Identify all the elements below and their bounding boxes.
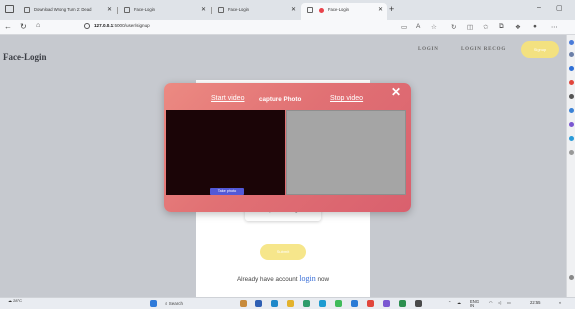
games-icon[interactable] [569, 80, 574, 85]
cloud-icon[interactable]: ☁ [457, 300, 461, 305]
drop-icon[interactable] [569, 136, 574, 141]
new-tab-button[interactable]: + [389, 4, 394, 14]
capture-photo-modal: Start video capture Photo Stop video ✕ T… [164, 83, 411, 212]
signup-nav-button[interactable]: Signup [521, 41, 559, 58]
tab-label: Face-Login [228, 7, 249, 13]
address-bar[interactable]: 127.0.0.1:5000/user/signup [84, 23, 150, 29]
window-menu-icon[interactable] [5, 5, 14, 13]
tab-label: Face-Login [134, 7, 155, 13]
already-prefix: Already have account [236, 276, 298, 283]
taskbar-search[interactable]: ⌕ Search [165, 301, 183, 306]
photo-canvas [286, 110, 406, 195]
video-preview: Take photo [166, 110, 285, 195]
url-host: 127.0.0.1 [94, 23, 114, 29]
close-tab-icon[interactable]: ✕ [291, 6, 296, 13]
url-path: :5000/user/signup [113, 23, 150, 29]
taskbar-app-icon[interactable] [271, 300, 278, 307]
tab-label: Download Wrong Turn 2: Dead [34, 7, 92, 13]
temperature-text: 28°C [13, 298, 23, 303]
taskbar-app-icon[interactable] [319, 300, 326, 307]
taskbar-app-icon[interactable] [287, 300, 294, 307]
taskbar-app-icon[interactable] [399, 300, 406, 307]
language-bottom: IN [470, 303, 475, 308]
search-icon[interactable] [569, 40, 574, 45]
tray-overflow-icon[interactable]: ⌃ [448, 300, 452, 305]
nav-login-link[interactable]: LOGIN [418, 47, 439, 52]
windows-taskbar: ☁ 28°C ⌕ Search ⌃ ☁ ENG IN ◠ ◁ ▭ 22:55 ◐ [0, 297, 575, 309]
taskbar-app-icon[interactable] [255, 300, 262, 307]
more-menu-icon[interactable]: ⋯ [551, 23, 558, 31]
start-icon[interactable] [150, 300, 157, 307]
taskbar-app-icon[interactable] [303, 300, 310, 307]
browser-tab-strip: Download Wrong Turn 2: Dead ✕ Face-Login… [0, 0, 575, 20]
recording-icon [319, 7, 324, 13]
already-suffix: now [317, 276, 330, 283]
volume-icon[interactable]: ◁ [498, 300, 501, 305]
office-icon[interactable] [569, 94, 574, 99]
tab-label: Face-Login [328, 7, 349, 13]
close-icon[interactable]: ✕ [391, 86, 401, 98]
weather-widget[interactable]: ☁ 28°C [8, 299, 22, 303]
already-have-account-text: Already have account login now [196, 274, 370, 283]
page-icon [307, 7, 313, 13]
collections-icon[interactable]: ⧉ [499, 23, 504, 31]
submit-button[interactable]: Submit [260, 244, 306, 260]
clock[interactable]: 22:55 [530, 300, 540, 305]
read-aloud-icon[interactable]: A [416, 23, 420, 30]
install-app-icon[interactable]: ▭ [401, 23, 407, 31]
profile-icon[interactable]: ● [533, 23, 537, 30]
nav-login-recog-link[interactable]: LOGIN RECOG [461, 47, 506, 52]
close-tab-icon[interactable]: ✕ [107, 6, 112, 13]
web-page: Face-Login LOGIN LOGIN RECOG Signup Capt… [0, 35, 566, 297]
back-icon[interactable]: ← [4, 22, 12, 31]
site-brand[interactable]: Face-Login [3, 52, 47, 62]
tab-face-login-1[interactable]: Face-Login ✕ [118, 3, 210, 20]
page-icon [124, 7, 130, 13]
wifi-icon[interactable]: ◠ [489, 300, 493, 305]
tools-icon[interactable] [569, 66, 574, 71]
tab-face-login-active[interactable]: Face-Login ✕ [301, 3, 387, 20]
teams-icon[interactable] [569, 122, 574, 127]
taskbar-app-icon[interactable] [415, 300, 422, 307]
minimize-button[interactable]: – [537, 4, 541, 11]
login-link[interactable]: login [299, 274, 315, 283]
favorite-icon[interactable]: ☆ [431, 23, 437, 31]
close-tab-icon[interactable]: ✕ [378, 6, 383, 13]
battery-icon[interactable]: ▭ [507, 300, 511, 305]
stop-video-button[interactable]: Stop video [330, 95, 363, 102]
maximize-button[interactable]: ▢ [556, 4, 563, 12]
refresh-extension-icon[interactable]: ↻ [451, 23, 456, 31]
reload-icon[interactable]: ↻ [20, 22, 27, 31]
language-indicator[interactable]: ENG IN [470, 299, 479, 308]
page-icon [24, 7, 30, 13]
taskbar-app-icon[interactable] [335, 300, 342, 307]
page-icon [218, 7, 224, 13]
close-tab-icon[interactable]: ✕ [201, 6, 206, 13]
notifications-icon[interactable]: ◐ [559, 300, 562, 305]
browser-sidebar [566, 35, 575, 297]
taskbar-app-icon[interactable] [351, 300, 358, 307]
tab-face-login-2[interactable]: Face-Login ✕ [212, 3, 300, 20]
take-photo-button[interactable]: Take photo [210, 188, 244, 195]
taskbar-app-icon[interactable] [383, 300, 390, 307]
tab-download[interactable]: Download Wrong Turn 2: Dead ✕ [18, 3, 116, 20]
start-video-button[interactable]: Start video [211, 95, 244, 102]
sidebar-settings-icon[interactable] [569, 275, 574, 280]
home-icon[interactable]: ⌂ [36, 22, 40, 29]
favorites-bar-icon[interactable]: ✩ [483, 23, 488, 31]
taskbar-app-icon[interactable] [367, 300, 374, 307]
modal-title: capture Photo [259, 96, 302, 103]
add-app-icon[interactable] [569, 150, 574, 155]
extension-icon[interactable]: ❖ [515, 23, 521, 31]
shopping-icon[interactable] [569, 52, 574, 57]
site-info-icon[interactable] [84, 23, 90, 29]
outlook-icon[interactable] [569, 108, 574, 113]
taskbar-search-label: Search [168, 301, 184, 306]
weather-icon: ☁ [8, 298, 12, 303]
taskbar-app-icon[interactable] [240, 300, 247, 307]
split-screen-icon[interactable]: ◫ [467, 23, 473, 31]
browser-toolbar: ← ↻ ⌂ 127.0.0.1:5000/user/signup ▭ A ☆ ↻… [0, 20, 575, 35]
